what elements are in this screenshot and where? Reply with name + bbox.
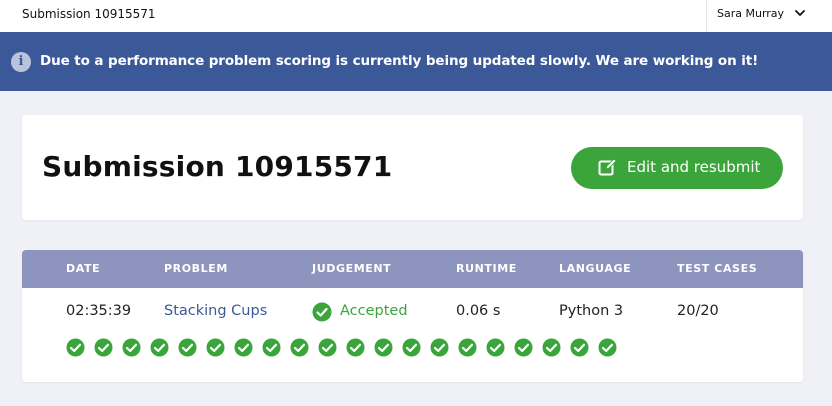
col-test-cases-header: TEST CASES xyxy=(677,262,758,275)
submission-header-card: Submission 10915571 Edit and resubmit xyxy=(22,115,803,220)
edit-resubmit-button[interactable]: Edit and resubmit xyxy=(571,147,783,189)
test-case-passed-icon[interactable] xyxy=(94,338,113,357)
col-problem-header: PROBLEM xyxy=(164,262,228,275)
test-case-passed-icon[interactable] xyxy=(430,338,449,357)
test-case-passed-icon[interactable] xyxy=(402,338,421,357)
test-case-passed-icon[interactable] xyxy=(486,338,505,357)
notice-banner: i Due to a performance problem scoring i… xyxy=(0,32,832,91)
cell-date: 02:35:39 xyxy=(66,303,132,319)
col-language-header: LANGUAGE xyxy=(559,262,632,275)
test-case-passed-icon[interactable] xyxy=(542,338,561,357)
test-case-passed-icon[interactable] xyxy=(374,338,393,357)
test-case-passed-icon[interactable] xyxy=(346,338,365,357)
col-date-header: DATE xyxy=(66,262,101,275)
test-case-passed-icon[interactable] xyxy=(262,338,281,357)
test-case-passed-icon[interactable] xyxy=(122,338,141,357)
test-case-passed-icon[interactable] xyxy=(514,338,533,357)
chevron-down-icon xyxy=(795,10,805,16)
test-case-passed-icon[interactable] xyxy=(570,338,589,357)
col-runtime-header: RUNTIME xyxy=(456,262,517,275)
page-title: Submission 10915571 xyxy=(42,150,393,183)
user-menu[interactable]: Sara Murray xyxy=(706,0,832,32)
col-judgement-header: JUDGEMENT xyxy=(312,262,392,275)
info-icon: i xyxy=(11,52,31,72)
test-case-passed-icon[interactable] xyxy=(150,338,169,357)
test-case-passed-icon[interactable] xyxy=(598,338,617,357)
test-case-passed-icon[interactable] xyxy=(66,338,85,357)
judgement-text: Accepted xyxy=(340,303,408,319)
breadcrumb: Submission 10915571 xyxy=(22,7,156,21)
test-case-passed-icon[interactable] xyxy=(290,338,309,357)
edit-icon xyxy=(598,158,617,176)
test-case-passed-icon[interactable] xyxy=(178,338,197,357)
edit-resubmit-label: Edit and resubmit xyxy=(627,158,761,176)
problem-link[interactable]: Stacking Cups xyxy=(164,303,267,319)
test-case-passed-icon[interactable] xyxy=(458,338,477,357)
user-name: Sara Murray xyxy=(717,7,785,20)
test-case-results xyxy=(66,338,766,358)
cell-language: Python 3 xyxy=(559,303,624,319)
notice-message: Due to a performance problem scoring is … xyxy=(40,53,759,69)
test-case-passed-icon[interactable] xyxy=(234,338,253,357)
check-circle-icon xyxy=(312,302,332,322)
test-case-passed-icon[interactable] xyxy=(318,338,337,357)
cell-runtime: 0.06 s xyxy=(456,303,501,319)
cell-test-cases: 20/20 xyxy=(677,303,719,319)
test-case-passed-icon[interactable] xyxy=(206,338,225,357)
table-header: DATE PROBLEM JUDGEMENT RUNTIME LANGUAGE … xyxy=(22,250,803,288)
submission-table: DATE PROBLEM JUDGEMENT RUNTIME LANGUAGE … xyxy=(22,250,803,382)
top-bar: Submission 10915571 Sara Murray xyxy=(0,0,832,32)
